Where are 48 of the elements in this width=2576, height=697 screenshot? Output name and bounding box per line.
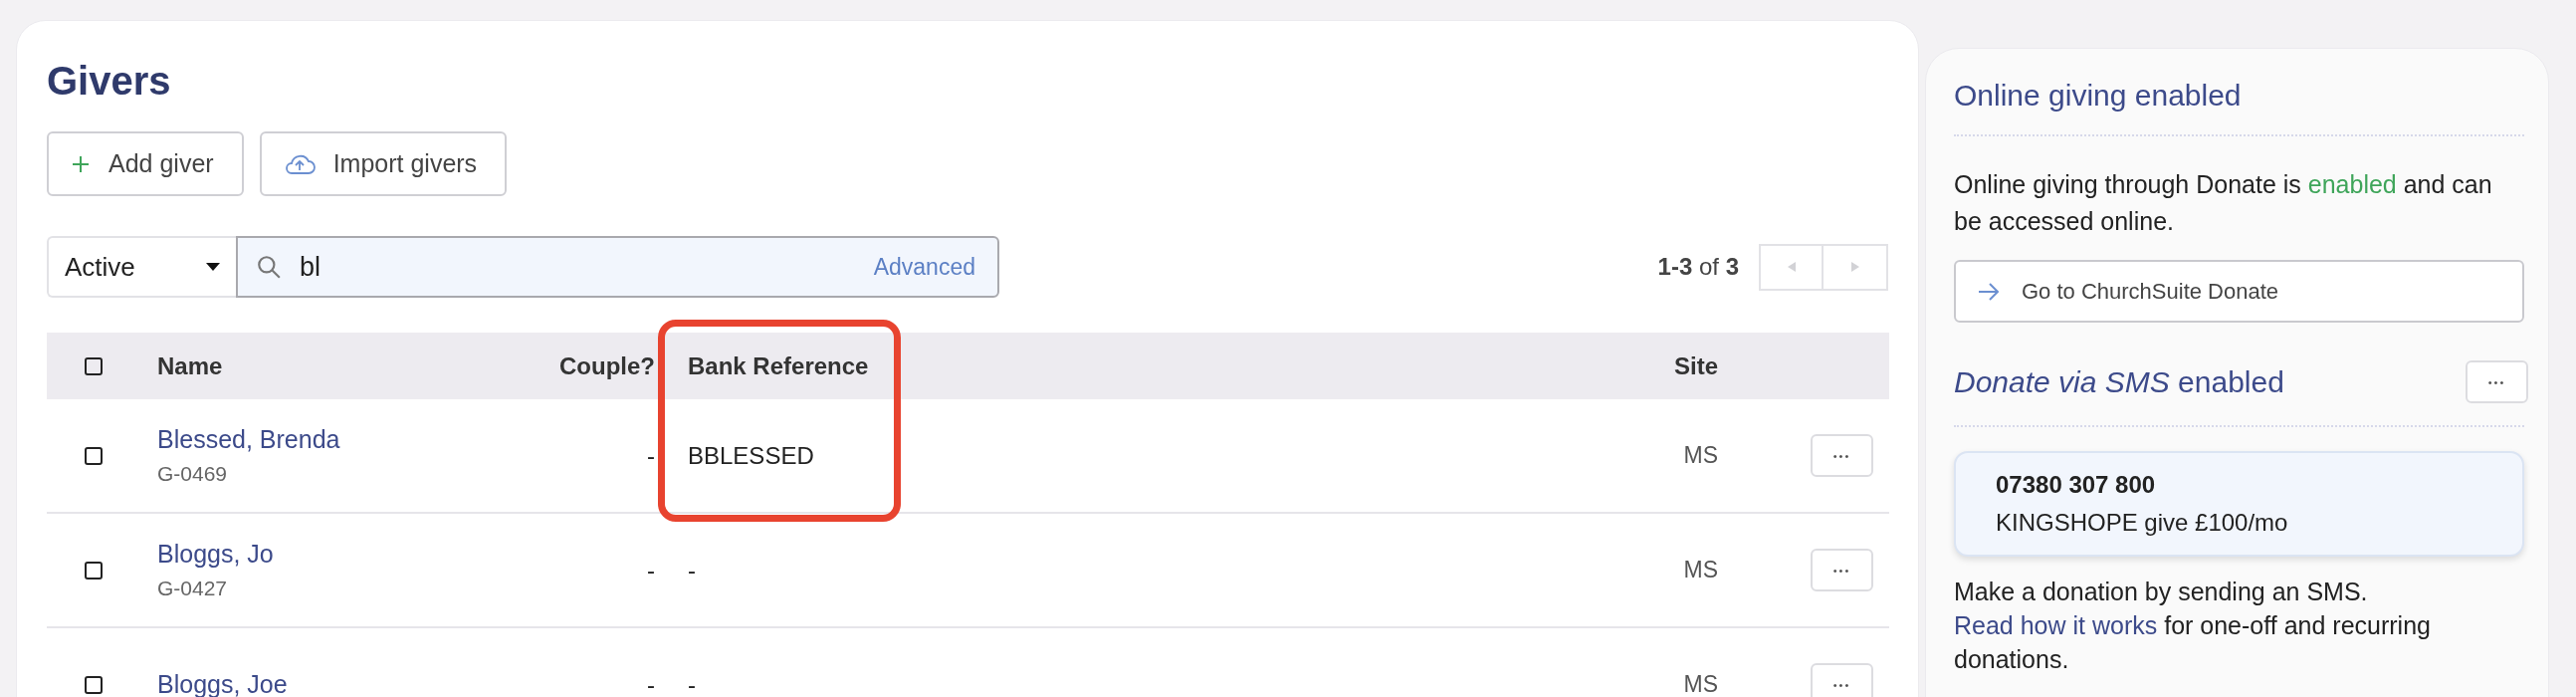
read-how-link[interactable]: Read how it works	[1954, 611, 2158, 639]
site-cell: MS	[1683, 557, 1718, 583]
more-button[interactable]: •••	[2466, 360, 2528, 403]
row-checkbox[interactable]	[85, 446, 103, 465]
sms-description: Make a donation by sending an SMS. Read how it works for one-off and recurring donations.	[1954, 577, 2432, 675]
online-giving-text: Online giving through Donate is enabled and can be accessed online.	[1954, 169, 2493, 237]
arrow-right-icon	[1978, 281, 2000, 302]
sms-number: 07380 307 800	[1996, 471, 2157, 499]
sms-message: KINGSHOPE give £100/mo	[1996, 509, 2289, 537]
search-field[interactable]: bl Advanced	[236, 236, 999, 298]
column-header[interactable]: Couple?	[559, 351, 655, 380]
column-header[interactable]: Bank Reference	[688, 351, 869, 380]
giver-name-link[interactable]: Bloggs, Jo	[157, 540, 274, 569]
page-range: 1-3 of 3	[1657, 253, 1739, 281]
search-input[interactable]: bl	[298, 250, 858, 284]
donate-link-button[interactable]: Go to ChurchSuite Donate	[1954, 260, 2524, 323]
more-button[interactable]: •••	[1811, 549, 1873, 591]
couple-cell: -	[647, 441, 655, 470]
giver-id: G-0427	[157, 577, 228, 600]
more-button[interactable]: •••	[1811, 434, 1873, 477]
column-header[interactable]: Name	[157, 351, 223, 380]
select-all-checkbox[interactable]	[85, 356, 103, 375]
action-button[interactable]: Add giver	[47, 131, 244, 196]
left-arrow-icon	[1787, 262, 1796, 272]
row-checkbox[interactable]	[85, 561, 103, 580]
status-dropdown[interactable]: Active	[47, 236, 236, 298]
giver-name-link[interactable]: Blessed, Brenda	[157, 425, 340, 454]
plus-icon	[71, 153, 91, 174]
page-title: Givers	[47, 59, 172, 104]
section-heading: Online giving enabled	[1954, 79, 2243, 113]
search-icon	[256, 254, 282, 280]
bank-reference-cell: BBLESSED	[688, 441, 814, 470]
cloud-upload-icon	[283, 152, 316, 175]
action-button[interactable]: Import givers	[259, 131, 508, 196]
couple-cell: -	[647, 556, 655, 584]
site-cell: MS	[1683, 442, 1718, 469]
more-button[interactable]: •••	[1811, 663, 1873, 697]
couple-cell: -	[647, 670, 655, 697]
giver-id: G-0469	[157, 462, 228, 486]
column-header[interactable]: Site	[1674, 351, 1718, 380]
advanced-link[interactable]: Advanced	[873, 253, 975, 281]
bank-reference-cell: -	[688, 670, 696, 697]
right-arrow-icon	[1850, 262, 1859, 272]
caret-icon	[206, 263, 220, 271]
section-heading: Donate via SMS enabled	[1954, 364, 2284, 399]
site-cell: MS	[1683, 671, 1718, 697]
row-checkbox[interactable]	[85, 675, 103, 694]
bank-reference-cell: -	[688, 556, 696, 584]
